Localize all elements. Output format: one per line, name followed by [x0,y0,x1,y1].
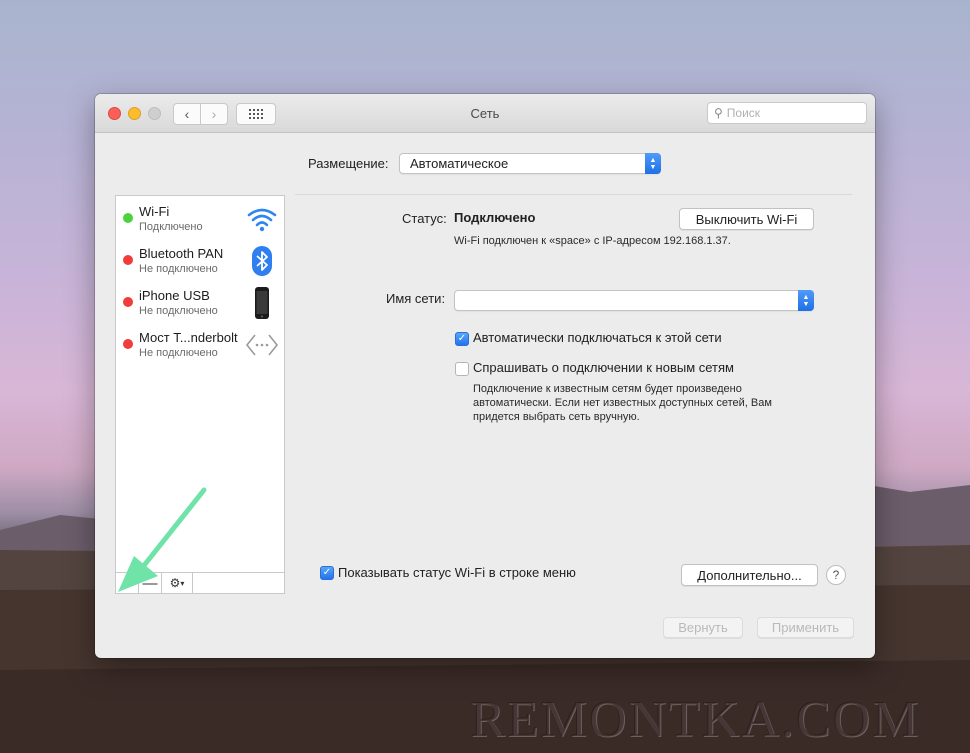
network-name-label: Имя сети: [386,291,446,306]
titlebar: ‹ › Сеть ⚲ [95,94,875,133]
status-dot [123,297,133,307]
location-label: Размещение: [308,156,389,171]
status-description: Wi-Fi подключен к «space» с IP-адресом 1… [454,235,731,247]
popup-arrows-icon: ▲ ▼ [798,290,814,311]
status-label: Статус: [402,211,447,226]
ask-join-help-line-1: Подключение к известным сетям будет прои… [473,383,742,395]
advanced-button[interactable]: Дополнительно... [681,564,818,586]
service-name: iPhone USB [139,288,210,303]
status-value: Подключено [454,210,536,225]
service-name: Bluetooth PAN [139,246,224,261]
ask-join-checkbox[interactable] [455,362,469,376]
service-item-iphone-usb[interactable]: iPhone USB Не подключено [116,282,284,324]
service-state: Подключено [139,221,203,233]
status-dot [123,339,133,349]
status-dot [123,213,133,223]
service-name: Мост T...nderbolt [139,330,238,345]
service-state: Не подключено [139,263,218,275]
service-item-bluetooth[interactable]: Bluetooth PAN Не подключено [116,240,284,282]
location-popup[interactable]: Автоматическое ▲ ▼ [399,153,661,174]
thunderbolt-bridge-icon [246,334,278,356]
location-value: Автоматическое [410,156,509,171]
service-state: Не подключено [139,347,218,359]
search-input[interactable] [726,106,847,120]
popup-arrows-icon: ▲ ▼ [645,153,661,174]
service-state: Не подключено [139,305,218,317]
show-status-label[interactable]: Показывать статус Wi-Fi в строке меню [338,565,576,580]
ask-join-label[interactable]: Спрашивать о подключении к новым сетям [473,360,734,375]
ask-join-help-line-2: автоматически. Если нет известных доступ… [473,397,772,409]
annotation-arrow [118,487,207,592]
wifi-icon [247,208,277,232]
search-icon: ⚲ [714,106,723,120]
bluetooth-icon [252,246,272,276]
iphone-icon [255,287,269,319]
show-status-checkbox[interactable]: ✓ [320,566,334,580]
location-divider [295,194,852,195]
watermark-text: REMONTKA.COM [470,691,921,748]
auto-join-checkbox[interactable]: ✓ [455,332,469,346]
revert-button[interactable]: Вернуть [663,617,743,638]
service-item-wifi[interactable]: Wi-Fi Подключено [116,198,284,240]
service-item-thunderbolt-bridge[interactable]: Мост T...nderbolt Не подключено [116,324,284,366]
ask-join-help-line-3: придется выбрать сеть вручную. [473,411,640,423]
status-dot [123,255,133,265]
auto-join-label[interactable]: Автоматически подключаться к этой сети [473,330,722,345]
network-name-popup[interactable]: ▲ ▼ [454,290,814,311]
service-name: Wi-Fi [139,204,170,219]
apply-button[interactable]: Применить [757,617,854,638]
search-field[interactable]: ⚲ [707,102,867,124]
help-button[interactable]: ? [826,565,846,585]
toggle-wifi-button[interactable]: Выключить Wi-Fi [679,208,814,230]
